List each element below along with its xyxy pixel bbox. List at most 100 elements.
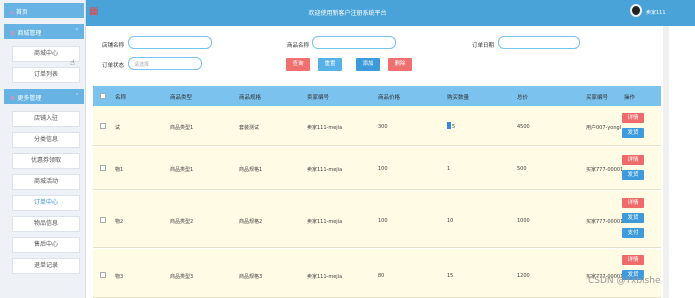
- product-name-label: 商品名称: [287, 43, 310, 49]
- avatar[interactable]: [630, 4, 642, 17]
- home-icon: ⌂: [10, 9, 14, 16]
- sidebar-item-after-sales[interactable]: 售后中心: [12, 237, 80, 253]
- col-buyer: 买家编号: [586, 95, 609, 101]
- product-name-input[interactable]: [312, 36, 396, 49]
- cell-total: 1200: [517, 273, 530, 279]
- table-row[interactable]: 物3 商品类型3 商品规格3 卖家111-mejia 80 15 1200 买家…: [93, 249, 661, 298]
- select-all-checkbox[interactable]: [100, 93, 106, 99]
- col-price: 商品价格: [378, 95, 401, 101]
- col-name: 名称: [115, 95, 127, 101]
- sidebar-item-order-list[interactable]: 订单列表: [12, 67, 80, 83]
- sidebar-item-goods-info[interactable]: 物品信息: [12, 216, 80, 232]
- row-checkbox[interactable]: [100, 217, 106, 223]
- row-checkbox[interactable]: [100, 123, 106, 129]
- cell-type: 商品类型2: [170, 219, 194, 225]
- query-button[interactable]: 查询: [286, 58, 310, 71]
- vertical-scrollbar[interactable]: [663, 26, 669, 298]
- sidebar-item-coupon[interactable]: 优惠券领取: [12, 153, 80, 169]
- nav-group-mall-label: 商城管理: [17, 30, 42, 37]
- ship-button[interactable]: 发货: [622, 170, 644, 180]
- row-checkbox[interactable]: [100, 272, 106, 278]
- cell-spec: 商品规格3: [239, 274, 263, 280]
- cell-name: 物1: [115, 167, 124, 173]
- cell-buyer: 用户007-yongl: [586, 125, 622, 131]
- cell-name: 试: [115, 125, 121, 131]
- add-button[interactable]: 添加: [356, 58, 380, 71]
- shop-name-input[interactable]: [128, 36, 212, 49]
- table-row[interactable]: 试 商品类型1 套装测试 卖家111-mejia 300 5 4500 用户00…: [93, 106, 661, 146]
- sidebar-item-refund-records[interactable]: 退单记录: [12, 258, 80, 274]
- col-spec: 商品规格: [239, 95, 262, 101]
- sidebar-item-activity[interactable]: 商城活动: [12, 174, 80, 190]
- order-status-select[interactable]: 请选择: [128, 57, 202, 70]
- detail-button[interactable]: 详情: [622, 198, 644, 208]
- row-checkbox[interactable]: [100, 165, 106, 171]
- cell-type: 商品类型1: [170, 125, 194, 131]
- cell-type: 商品类型3: [170, 274, 194, 280]
- cell-qty: 1: [447, 166, 451, 172]
- cell-total: 4500: [517, 124, 530, 130]
- col-actions: 操作: [624, 95, 636, 101]
- cell-seller: 卖家111-mejia: [307, 219, 343, 225]
- sidebar: ⌂ 首页 ⚙ 商城管理 ⌃ 商城中心 订单列表 ☝ ⚙ 更多管理 ⌃ 店铺入驻 分类信…: [0, 0, 86, 298]
- cell-qty: 5: [452, 124, 456, 130]
- nav-group-mall[interactable]: ⚙ 商城管理 ⌃: [4, 24, 84, 39]
- reset-button[interactable]: 重置: [318, 58, 342, 71]
- cell-name: 物3: [115, 274, 124, 280]
- text-cursor-mark: [447, 122, 451, 129]
- pay-button[interactable]: 支付: [622, 228, 644, 238]
- table-row[interactable]: 物1 商品类型1 商品规格1 卖家111-mejia 100 1 500 买家7…: [93, 147, 661, 190]
- gear-icon: ⚙: [10, 95, 16, 102]
- cell-total: 500: [517, 166, 527, 172]
- cell-total: 1000: [517, 218, 530, 224]
- chevron-up-icon: ⌃: [74, 28, 79, 34]
- watermark: CSDN @Yxbishe: [588, 276, 661, 286]
- top-bar: ▦ 欢迎使用新客户注册系统平台 卖家111: [0, 0, 695, 26]
- cell-name: 物2: [115, 219, 124, 225]
- user-name[interactable]: 卖家111: [646, 9, 666, 16]
- table-header: 名称 商品类型 商品规格 卖家编号 商品价格 购买数量 总价 买家编号 操作: [93, 86, 661, 106]
- cell-price: 300: [378, 124, 388, 130]
- cell-price: 100: [378, 166, 388, 172]
- nav-group-more[interactable]: ⚙ 更多管理 ⌃: [4, 89, 84, 104]
- cell-seller: 卖家111-mejia: [307, 167, 343, 173]
- cell-spec: 套装测试: [239, 125, 260, 131]
- cell-qty: 15: [447, 273, 454, 279]
- cell-price: 80: [378, 273, 385, 279]
- col-qty: 购买数量: [447, 95, 470, 101]
- cell-type: 商品类型1: [170, 167, 194, 173]
- cell-spec: 商品规格2: [239, 219, 263, 225]
- order-status-placeholder: 请选择: [134, 62, 150, 68]
- order-date-input[interactable]: [498, 36, 580, 49]
- ship-button[interactable]: 发货: [622, 128, 644, 138]
- site-title: 欢迎使用新客户注册系统平台: [308, 10, 387, 17]
- cell-buyer: 买家777-00001: [586, 167, 624, 173]
- cell-seller: 卖家111-mejia: [307, 274, 343, 280]
- col-type: 商品类型: [170, 95, 193, 101]
- col-total: 总价: [517, 95, 529, 101]
- ship-button[interactable]: 发货: [622, 213, 644, 223]
- orders-table: 名称 商品类型 商品规格 卖家编号 商品价格 购买数量 总价 买家编号 操作 试…: [93, 86, 661, 298]
- sidebar-item-category[interactable]: 分类信息: [12, 132, 80, 148]
- cell-spec: 商品规格1: [239, 167, 263, 173]
- nav-home-label: 首页: [15, 9, 28, 16]
- table-row[interactable]: 物2 商品类型2 商品规格2 卖家111-mejia 100 10 1000 买…: [93, 191, 661, 248]
- delete-button[interactable]: 删除: [388, 58, 412, 71]
- chevron-up-icon: ⌃: [74, 93, 79, 99]
- detail-button[interactable]: 详情: [622, 113, 644, 123]
- nav-group-more-label: 更多管理: [17, 95, 42, 102]
- cell-qty: 10: [447, 218, 454, 224]
- order-date-label: 订单日期: [472, 43, 495, 49]
- sidebar-item-shop-join[interactable]: 店铺入驻: [12, 111, 80, 127]
- cell-buyer: 买家777-00001: [586, 219, 624, 225]
- nav-home[interactable]: ⌂ 首页: [4, 3, 84, 18]
- col-seller: 卖家编号: [307, 95, 330, 101]
- order-status-label: 订单状态: [102, 63, 125, 69]
- cell-price: 100: [378, 218, 388, 224]
- detail-button[interactable]: 详情: [622, 255, 644, 265]
- detail-button[interactable]: 详情: [622, 155, 644, 165]
- gear-icon: ⚙: [10, 30, 16, 37]
- hand-cursor-icon: ☝: [70, 58, 75, 67]
- sidebar-item-order-center[interactable]: 订单中心: [12, 195, 80, 211]
- shop-name-label: 店铺名称: [102, 43, 125, 49]
